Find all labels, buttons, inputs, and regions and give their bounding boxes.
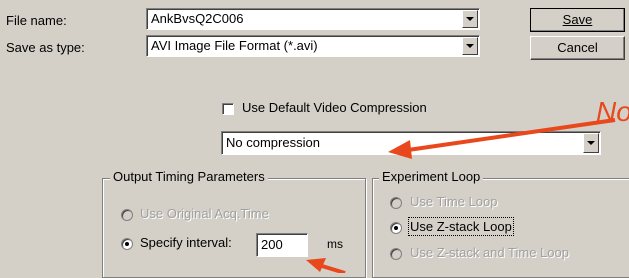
chevron-down-icon xyxy=(466,17,474,21)
chevron-down-icon xyxy=(466,44,474,48)
use-time-loop-label: Use Time Loop xyxy=(410,194,498,209)
use-default-video-compression-checkbox[interactable] xyxy=(222,103,234,115)
interval-value: 200 xyxy=(261,237,283,252)
annotation-text: No xyxy=(596,96,629,127)
experiment-loop-title: Experiment Loop xyxy=(379,169,484,184)
use-z-stack-and-time-loop-radio[interactable] xyxy=(390,248,402,260)
use-z-stack-and-time-loop-label: Use Z-stack and Time Loop xyxy=(410,245,569,260)
save-as-type-label: Save as type: xyxy=(6,40,85,55)
file-name-value: AnkBvsQ2C006 xyxy=(151,11,244,26)
specify-interval-label: Specify interval: xyxy=(140,235,232,250)
use-default-video-compression-label: Use Default Video Compression xyxy=(242,100,427,115)
specify-interval-radio[interactable] xyxy=(121,238,133,250)
use-original-acq-time-radio[interactable] xyxy=(121,209,133,221)
save-as-type-value: AVI Image File Format (*.avi) xyxy=(151,38,318,53)
chevron-down-icon xyxy=(587,141,595,145)
save-button-label: Save xyxy=(562,12,593,27)
compression-value: No compression xyxy=(226,135,320,150)
compression-dropdown-button[interactable] xyxy=(583,133,599,153)
use-z-stack-loop-label: Use Z-stack Loop xyxy=(408,217,514,236)
use-original-acq-time-label: Use Original Acq.Time xyxy=(140,206,269,221)
interval-unit-label: ms xyxy=(327,237,343,251)
save-button[interactable]: Save xyxy=(530,8,625,32)
use-time-loop-radio[interactable] xyxy=(390,197,402,209)
file-name-combobox[interactable]: AnkBvsQ2C006 xyxy=(146,8,480,30)
output-timing-group xyxy=(102,178,366,278)
use-z-stack-loop-radio[interactable] xyxy=(390,222,402,234)
interval-input[interactable]: 200 xyxy=(256,233,308,257)
file-name-label: File name: xyxy=(6,13,67,28)
output-timing-title: Output Timing Parameters xyxy=(110,169,268,184)
save-as-type-select[interactable]: AVI Image File Format (*.avi) xyxy=(146,35,480,57)
save-as-type-dropdown-button[interactable] xyxy=(462,37,478,55)
file-name-dropdown-button[interactable] xyxy=(462,10,478,28)
cancel-button[interactable]: Cancel xyxy=(530,36,625,60)
compression-select[interactable]: No compression xyxy=(221,131,601,155)
cancel-button-label: Cancel xyxy=(557,40,598,55)
